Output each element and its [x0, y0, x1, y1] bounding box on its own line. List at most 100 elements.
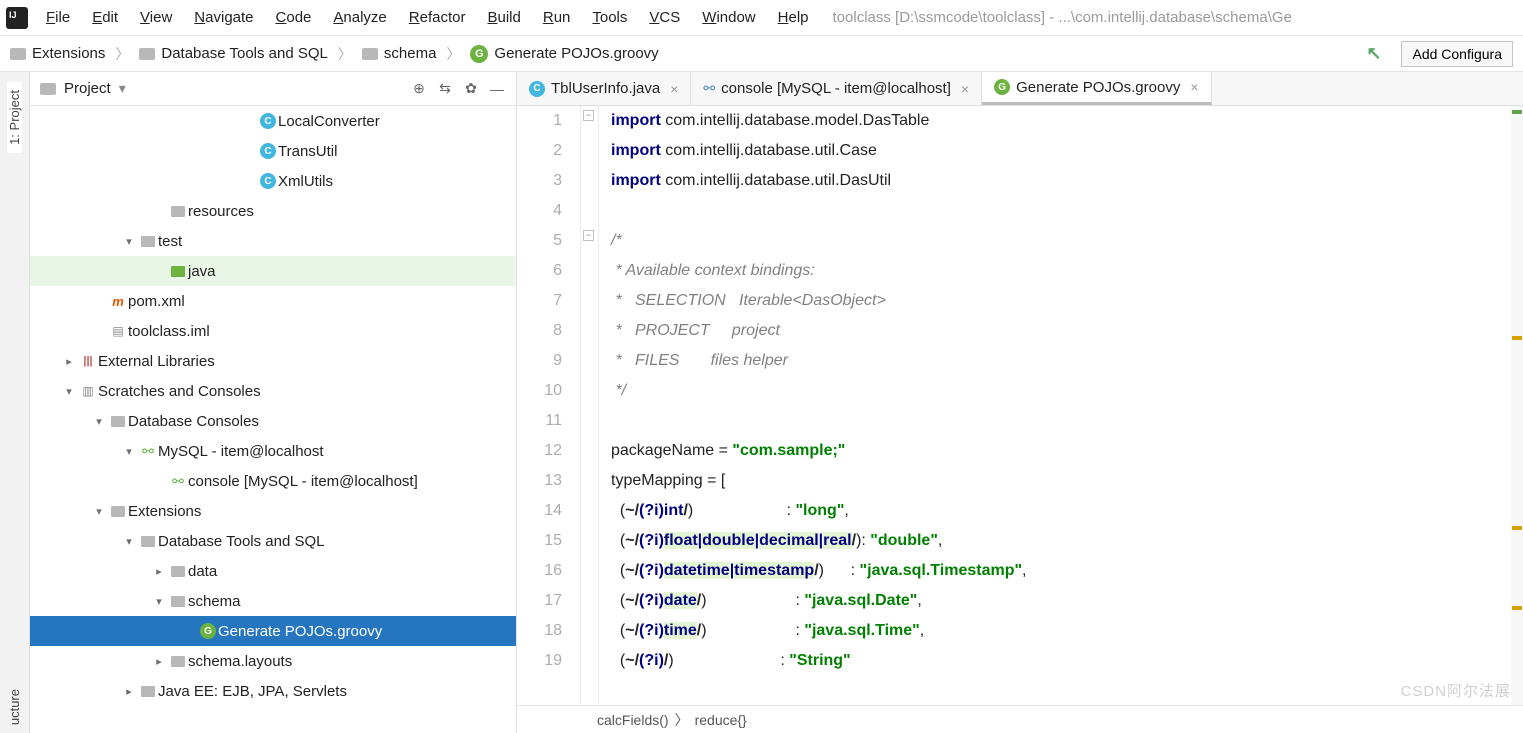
- folder-icon: [40, 83, 56, 95]
- menu-navigate[interactable]: Navigate: [184, 5, 263, 30]
- tree-item[interactable]: ▾Database Consoles: [30, 406, 516, 436]
- chevron-icon[interactable]: ▾: [120, 445, 138, 458]
- editor-tab[interactable]: CTblUserInfo.java×: [517, 72, 691, 105]
- editor-tab[interactable]: ⚯console [MySQL - item@localhost]×: [691, 72, 982, 105]
- menu-help[interactable]: Help: [768, 5, 819, 30]
- breadcrumb-item[interactable]: GGenerate POJOs.groovy: [470, 45, 658, 63]
- tree-item[interactable]: CXmlUtils: [30, 166, 516, 196]
- menu-window[interactable]: Window: [692, 5, 765, 30]
- code-line[interactable]: import com.intellij.database.util.DasUti…: [611, 166, 1523, 196]
- hide-icon[interactable]: —: [488, 81, 506, 97]
- editor-tab[interactable]: GGenerate POJOs.groovy×: [982, 72, 1211, 105]
- code-line[interactable]: /*: [611, 226, 1523, 256]
- build-ok-icon[interactable]: ↖: [1366, 43, 1381, 64]
- add-configuration-button[interactable]: Add Configura: [1401, 41, 1513, 67]
- tree-item[interactable]: ▾⚯MySQL - item@localhost: [30, 436, 516, 466]
- error-stripe[interactable]: [1511, 106, 1523, 705]
- menu-file[interactable]: File: [36, 5, 80, 30]
- project-panel-title[interactable]: Project: [64, 80, 111, 97]
- code-line[interactable]: import com.intellij.database.model.DasTa…: [611, 106, 1523, 136]
- fold-mark-icon[interactable]: −: [583, 110, 594, 121]
- rail-project-button[interactable]: 1: Project: [7, 82, 22, 153]
- code-line[interactable]: * PROJECT project: [611, 316, 1523, 346]
- breadcrumb-item[interactable]: Extensions: [10, 45, 105, 62]
- tree-item[interactable]: ▸schema.layouts: [30, 646, 516, 676]
- fold-mark-icon[interactable]: −: [583, 230, 594, 241]
- tree-item[interactable]: ▤toolclass.iml: [30, 316, 516, 346]
- tree-item[interactable]: CTransUtil: [30, 136, 516, 166]
- tree-item[interactable]: ▾▥Scratches and Consoles: [30, 376, 516, 406]
- tree-item-label: console [MySQL - item@localhost]: [188, 473, 418, 490]
- code-line[interactable]: [611, 406, 1523, 436]
- stripe-mark-icon[interactable]: [1512, 606, 1522, 610]
- tree-item[interactable]: ▾Extensions: [30, 496, 516, 526]
- chevron-icon[interactable]: ▾: [90, 415, 108, 428]
- menu-code[interactable]: Code: [266, 5, 322, 30]
- menu-tools[interactable]: Tools: [582, 5, 637, 30]
- code-editor[interactable]: 12345678910111213141516171819 − − import…: [517, 106, 1523, 705]
- code-line[interactable]: packageName = "com.sample;": [611, 436, 1523, 466]
- tree-item[interactable]: ▾Database Tools and SQL: [30, 526, 516, 556]
- code-line[interactable]: */: [611, 376, 1523, 406]
- tree-item[interactable]: ▾test: [30, 226, 516, 256]
- stripe-mark-icon[interactable]: [1512, 526, 1522, 530]
- gear-icon[interactable]: ✿: [462, 80, 480, 97]
- chevron-icon[interactable]: ▾: [120, 235, 138, 248]
- tree-item[interactable]: CLocalConverter: [30, 106, 516, 136]
- tree-item[interactable]: ▸data: [30, 556, 516, 586]
- tree-item[interactable]: ▸|||External Libraries: [30, 346, 516, 376]
- chevron-icon[interactable]: ▸: [150, 565, 168, 578]
- close-icon[interactable]: ×: [670, 81, 678, 97]
- stripe-mark-icon[interactable]: [1512, 110, 1522, 114]
- code-line[interactable]: (~/(?i)time/) : "java.sql.Time",: [611, 616, 1523, 646]
- code-breadcrumb-item[interactable]: reduce{}: [695, 712, 747, 728]
- stripe-mark-icon[interactable]: [1512, 336, 1522, 340]
- code-line[interactable]: typeMapping = [: [611, 466, 1523, 496]
- menu-view[interactable]: View: [130, 5, 182, 30]
- menu-build[interactable]: Build: [477, 5, 530, 30]
- code-line[interactable]: * Available context bindings:: [611, 256, 1523, 286]
- menu-vcs[interactable]: VCS: [639, 5, 690, 30]
- code-content[interactable]: import com.intellij.database.model.DasTa…: [599, 106, 1523, 705]
- menu-refactor[interactable]: Refactor: [399, 5, 476, 30]
- close-icon[interactable]: ×: [1190, 79, 1198, 95]
- chevron-icon[interactable]: ▾: [90, 505, 108, 518]
- chevron-icon[interactable]: ▸: [120, 685, 138, 698]
- menu-analyze[interactable]: Analyze: [323, 5, 396, 30]
- code-line[interactable]: (~/(?i)datetime|timestamp/) : "java.sql.…: [611, 556, 1523, 586]
- locate-icon[interactable]: ⊕: [410, 80, 428, 97]
- tree-item[interactable]: ▾schema: [30, 586, 516, 616]
- breadcrumb-item[interactable]: schema: [362, 45, 437, 62]
- code-line[interactable]: * FILES files helper: [611, 346, 1523, 376]
- tree-item[interactable]: GGenerate POJOs.groovy: [30, 616, 516, 646]
- project-tree[interactable]: CLocalConverterCTransUtilCXmlUtilsresour…: [30, 106, 516, 733]
- code-breadcrumb-item[interactable]: calcFields(): [597, 712, 669, 728]
- groovy-icon: G: [994, 79, 1010, 95]
- dropdown-icon[interactable]: ▾: [119, 80, 126, 97]
- fold-column[interactable]: − −: [581, 106, 599, 705]
- code-line[interactable]: (~/(?i)int/) : "long",: [611, 496, 1523, 526]
- code-line[interactable]: * SELECTION Iterable<DasObject>: [611, 286, 1523, 316]
- code-line[interactable]: (~/(?i)date/) : "java.sql.Date",: [611, 586, 1523, 616]
- chevron-icon[interactable]: ▸: [60, 355, 78, 368]
- breadcrumb-bar: Extensions 〉 Database Tools and SQL 〉 sc…: [0, 36, 1523, 72]
- chevron-icon[interactable]: ▸: [150, 655, 168, 668]
- chevron-icon[interactable]: ▾: [120, 535, 138, 548]
- chevron-icon[interactable]: ▾: [150, 595, 168, 608]
- rail-structure-button[interactable]: ucture: [7, 689, 22, 725]
- tree-item[interactable]: resources: [30, 196, 516, 226]
- code-line[interactable]: [611, 196, 1523, 226]
- menu-edit[interactable]: Edit: [82, 5, 128, 30]
- tree-item[interactable]: ▸Java EE: EJB, JPA, Servlets: [30, 676, 516, 706]
- breadcrumb-item[interactable]: Database Tools and SQL: [139, 45, 328, 62]
- collapse-icon[interactable]: ⇆: [436, 80, 454, 97]
- code-line[interactable]: (~/(?i)float|double|decimal|real/): "dou…: [611, 526, 1523, 556]
- menu-run[interactable]: Run: [533, 5, 581, 30]
- close-icon[interactable]: ×: [961, 81, 969, 97]
- tree-item[interactable]: ⚯console [MySQL - item@localhost]: [30, 466, 516, 496]
- chevron-icon[interactable]: ▾: [60, 385, 78, 398]
- code-line[interactable]: import com.intellij.database.util.Case: [611, 136, 1523, 166]
- code-line[interactable]: (~/(?i)/) : "String": [611, 646, 1523, 676]
- tree-item[interactable]: mpom.xml: [30, 286, 516, 316]
- tree-item[interactable]: java: [30, 256, 516, 286]
